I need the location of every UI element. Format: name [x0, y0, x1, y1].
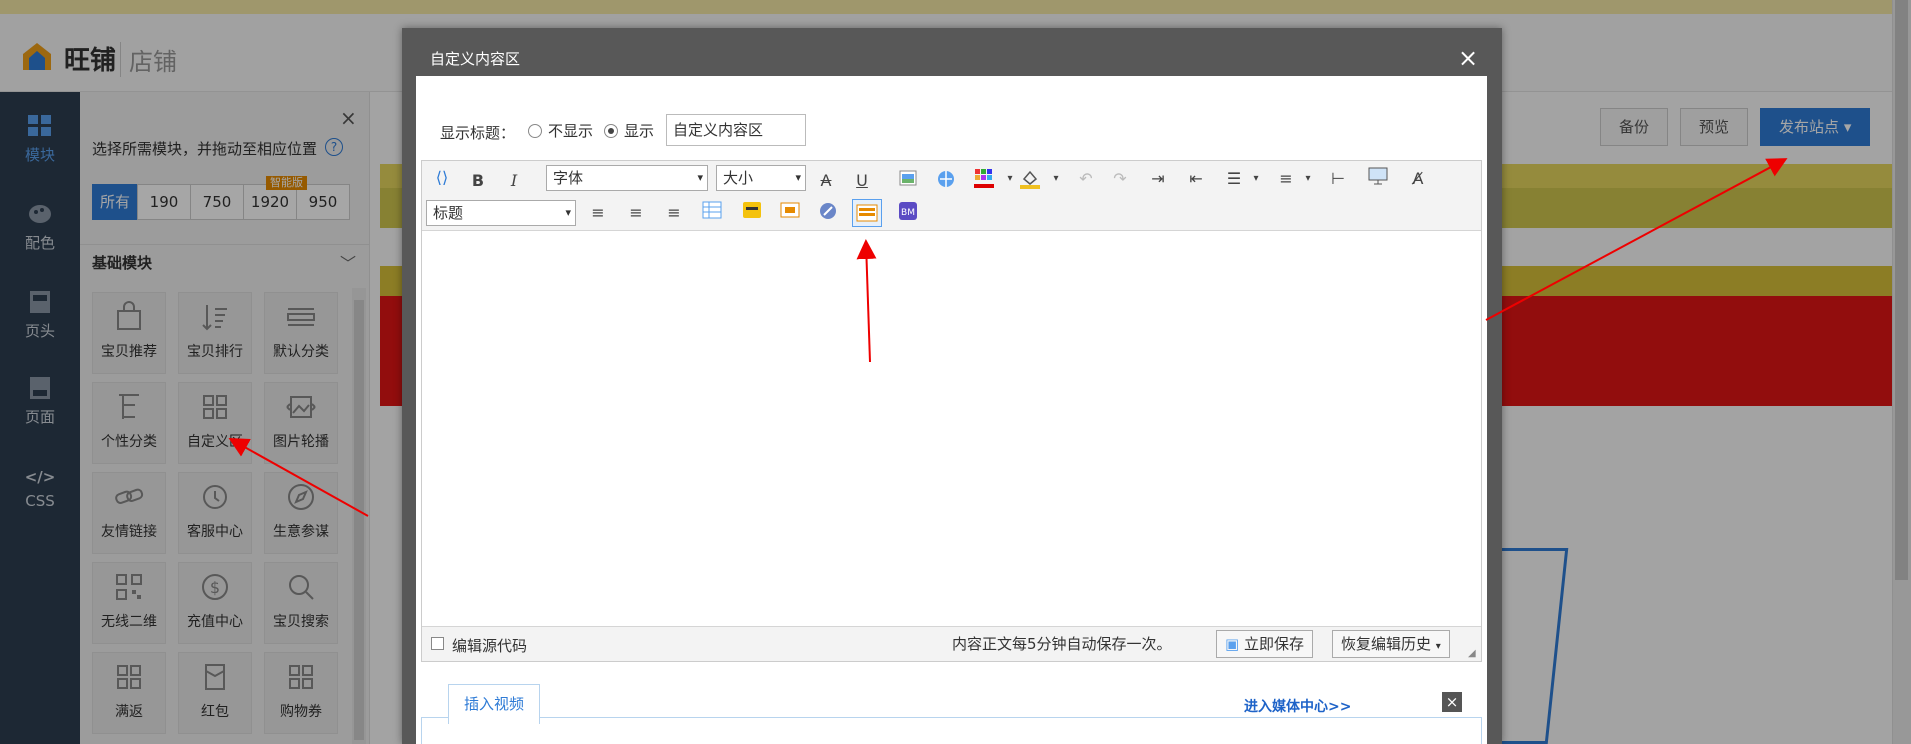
- italic-button[interactable]: I: [502, 169, 526, 193]
- insert-template-icon[interactable]: [852, 199, 882, 227]
- radio-show-label: 显示: [624, 122, 655, 140]
- dialog-close-button[interactable]: ×: [1458, 46, 1478, 70]
- bm-plugin-icon[interactable]: BM: [896, 201, 920, 225]
- background-color-icon[interactable]: [1018, 167, 1042, 191]
- svg-text:BM: BM: [901, 208, 915, 218]
- text-color-icon[interactable]: [972, 167, 996, 191]
- restore-history-label: 恢复编辑历史: [1341, 635, 1432, 653]
- emoticon-icon[interactable]: [740, 201, 764, 225]
- link-icon[interactable]: [934, 169, 958, 193]
- flash-icon[interactable]: [778, 201, 802, 225]
- align-center-icon[interactable]: ≡: [624, 201, 648, 225]
- font-size-select[interactable]: 大小: [716, 165, 806, 191]
- horizontal-rule-icon[interactable]: ⊢: [1326, 167, 1350, 191]
- heading-select[interactable]: 标题: [426, 200, 576, 226]
- chevron-down-icon[interactable]: ▾: [1296, 167, 1320, 191]
- align-left-icon[interactable]: ≡: [586, 201, 610, 225]
- clear-format-icon[interactable]: A̸: [1406, 167, 1430, 191]
- video-panel: [421, 717, 1482, 744]
- numbered-list-icon[interactable]: ≡: [1274, 167, 1298, 191]
- radio-hide-label: 不显示: [548, 122, 594, 140]
- strikethrough-button[interactable]: A: [814, 169, 838, 193]
- undo-icon[interactable]: ↶: [1074, 167, 1098, 191]
- radio-hide-title[interactable]: [528, 124, 542, 138]
- redo-icon[interactable]: ↷: [1108, 167, 1132, 191]
- fullscreen-icon[interactable]: [1366, 167, 1390, 191]
- source-toggle-icon[interactable]: ⟨⟩: [430, 166, 454, 190]
- outdent-icon[interactable]: ⇤: [1184, 167, 1208, 191]
- save-now-button[interactable]: ▣ 立即保存: [1216, 630, 1313, 658]
- table-icon[interactable]: [700, 201, 724, 225]
- save-icon: ▣: [1225, 635, 1240, 653]
- underline-button[interactable]: U: [850, 169, 874, 193]
- source-code-label: 编辑源代码: [452, 637, 528, 655]
- image-icon[interactable]: [896, 169, 920, 193]
- anchor-icon[interactable]: [816, 201, 840, 225]
- media-center-link[interactable]: 进入媒体中心>>: [1244, 696, 1351, 716]
- tab-insert-video[interactable]: 插入视频: [448, 684, 540, 724]
- source-code-checkbox[interactable]: [431, 637, 444, 650]
- save-now-label: 立即保存: [1243, 635, 1304, 653]
- indent-icon[interactable]: ⇥: [1146, 167, 1170, 191]
- bullet-list-icon[interactable]: ☰: [1222, 167, 1246, 191]
- resize-handle-icon[interactable]: ◢: [1468, 648, 1476, 659]
- restore-history-button[interactable]: 恢复编辑历史 ▾: [1332, 630, 1450, 658]
- bold-button[interactable]: B: [466, 169, 490, 193]
- radio-show-title[interactable]: [604, 124, 618, 138]
- show-title-label: 显示标题：: [440, 124, 516, 142]
- chevron-down-icon[interactable]: ▾: [1044, 167, 1068, 191]
- title-input[interactable]: 自定义内容区: [666, 114, 806, 146]
- autosave-notice: 内容正文每5分钟自动保存一次。: [952, 635, 1172, 653]
- align-right-icon[interactable]: ≡: [662, 201, 686, 225]
- chevron-down-icon: ▾: [1435, 641, 1441, 652]
- video-panel-close-button[interactable]: ×: [1442, 692, 1462, 712]
- rich-text-editor[interactable]: [421, 160, 1482, 662]
- dialog-title: 自定义内容区: [430, 50, 521, 68]
- chevron-down-icon[interactable]: ▾: [1244, 167, 1268, 191]
- font-family-select[interactable]: 字体: [546, 165, 708, 191]
- editor-toolbar: ⟨⟩ B I 字体 大小 A U ▾ ▾ ↶ ↷ ⇥ ⇤ ☰ ▾ ≡ ▾ ⊢ A…: [422, 161, 1481, 231]
